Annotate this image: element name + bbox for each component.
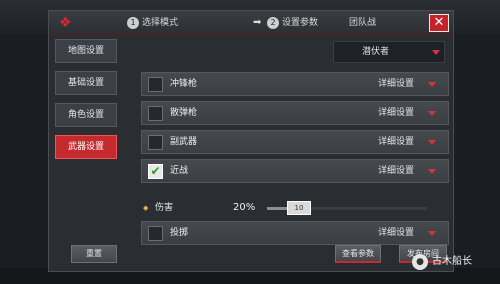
detail-settings-link[interactable]: 详细设置: [378, 131, 414, 153]
weapon-checkbox[interactable]: [148, 226, 163, 241]
damage-slider-row: ◆ 伤害 20% 10: [141, 198, 449, 218]
caret-down-icon[interactable]: [428, 111, 436, 116]
step-label: 选择模式: [142, 18, 179, 28]
sidebar-item-weapons[interactable]: 武器设置: [55, 135, 117, 159]
weapon-name: 副武器: [170, 137, 198, 147]
wechat-icon: ●: [412, 254, 428, 270]
caret-down-icon: [432, 50, 440, 55]
caret-down-icon[interactable]: [428, 82, 436, 87]
damage-label: 伤害: [155, 203, 174, 213]
background-left: [0, 34, 48, 284]
damage-slider[interactable]: 10: [267, 201, 427, 215]
weapon-name: 散弹枪: [170, 108, 198, 118]
flag-icon: ❖: [59, 15, 72, 31]
close-button[interactable]: ✕: [429, 14, 449, 32]
sidebar-item-map[interactable]: 地图设置: [55, 39, 117, 63]
weapon-name: 近战: [170, 166, 189, 176]
detail-settings-link[interactable]: 详细设置: [378, 222, 414, 244]
sidebar-item-basic[interactable]: 基础设置: [55, 71, 117, 95]
caret-down-icon[interactable]: [428, 231, 436, 236]
caret-down-icon[interactable]: [428, 140, 436, 145]
view-params-button[interactable]: 查看参数: [335, 245, 381, 263]
mode-name: 团队战: [349, 18, 377, 28]
weapon-row-smg: 冲锋枪 详细设置: [141, 72, 449, 96]
step-number: 2: [267, 16, 279, 29]
weapon-checkbox[interactable]: [148, 135, 163, 150]
slider-knob[interactable]: 10: [287, 201, 311, 215]
diamond-icon: ◆: [143, 204, 149, 212]
weapon-checkbox[interactable]: [148, 106, 163, 121]
weapon-name: 冲锋枪: [170, 79, 198, 89]
weapon-row-secondary: 副武器 详细设置: [141, 130, 449, 154]
sidebar-item-character[interactable]: 角色设置: [55, 103, 117, 127]
step-number: 1: [127, 16, 139, 29]
watermark: ● 古木船长: [412, 252, 498, 272]
weapon-row-melee: ✔ 近战 详细设置: [141, 159, 449, 183]
weapon-row-shotgun: 散弹枪 详细设置: [141, 101, 449, 125]
room-settings-dialog: ❖ 1 选择模式 ➡ 2 设置参数 团队战 ✕ 地图设置 基础设置 角色设置 武器设…: [48, 10, 454, 272]
weapon-checkbox[interactable]: [148, 77, 163, 92]
step-label: 设置参数: [282, 18, 319, 28]
step-set-params: 2 设置参数: [267, 15, 318, 31]
weapon-name: 投掷: [170, 228, 189, 238]
caret-down-icon[interactable]: [428, 169, 436, 174]
detail-settings-link[interactable]: 详细设置: [378, 102, 414, 124]
detail-settings-link[interactable]: 详细设置: [378, 160, 414, 182]
watermark-text: 古木船长: [432, 256, 472, 267]
faction-selected: 潜伏者: [362, 47, 390, 57]
check-icon[interactable]: ✔: [148, 164, 163, 179]
reset-button[interactable]: 重置: [71, 245, 117, 263]
damage-value: 20%: [233, 202, 256, 213]
arrow-right-icon: ➡: [253, 17, 262, 28]
weapon-row-throwable: 投掷 详细设置: [141, 221, 449, 245]
faction-dropdown[interactable]: 潜伏者: [333, 41, 445, 63]
dialog-titlebar: ❖ 1 选择模式 ➡ 2 设置参数 团队战 ✕: [49, 11, 453, 36]
step-select-mode: 1 选择模式: [127, 15, 178, 31]
detail-settings-link[interactable]: 详细设置: [378, 73, 414, 95]
background-right: [456, 34, 500, 284]
